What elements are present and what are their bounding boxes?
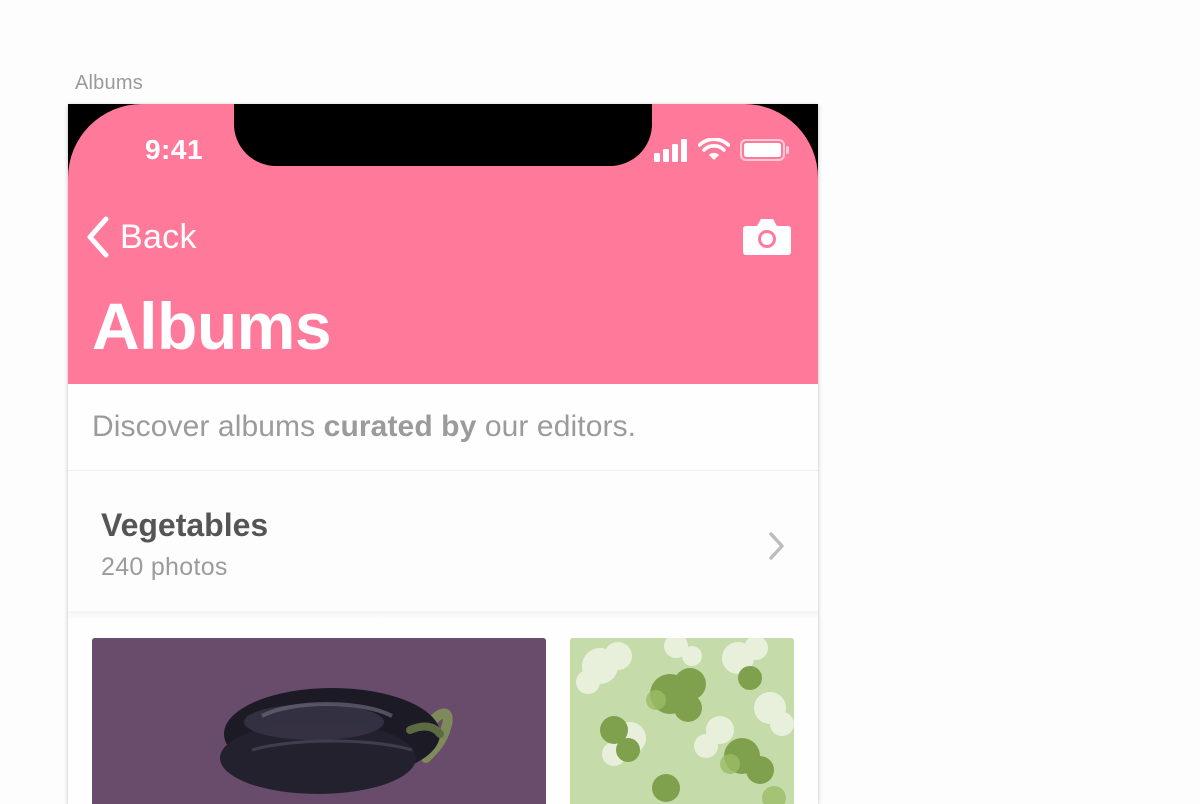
chevron-left-icon (87, 216, 109, 258)
broccoli-image (570, 638, 794, 804)
intro-text: Discover albums curated by our editors. (92, 410, 636, 444)
battery-icon (740, 139, 789, 161)
back-button[interactable]: Back (84, 214, 197, 260)
chevron-right-icon (769, 532, 784, 560)
intro-suffix: our editors. (476, 410, 637, 443)
camera-button[interactable] (742, 216, 792, 256)
broccoli-photo[interactable] (570, 638, 794, 804)
page-title: Albums (92, 289, 332, 363)
album-row-vegetables[interactable]: Vegetables 240 photos (68, 471, 818, 611)
eggplant-image (92, 638, 546, 804)
phone-screen: 9:41 Back Albums Discover albums curated… (68, 104, 818, 804)
device-notch (234, 104, 652, 166)
intro-prefix: Discover albums (92, 410, 324, 443)
wifi-icon (698, 138, 730, 160)
status-time: 9:41 (144, 134, 204, 165)
row-separator (68, 611, 818, 619)
signal-icon (654, 139, 687, 162)
intro-emphasis: curated by (323, 410, 477, 443)
content-area: Discover albums curated by our editors. … (68, 384, 818, 804)
album-photo-count: 240 photos (101, 553, 228, 581)
header: 9:41 Back Albums (68, 104, 818, 384)
back-label: Back (120, 217, 197, 256)
artboard-label: Albums (75, 72, 143, 94)
camera-icon (743, 219, 791, 255)
album-title: Vegetables (101, 507, 269, 543)
eggplant-photo[interactable] (92, 638, 546, 804)
